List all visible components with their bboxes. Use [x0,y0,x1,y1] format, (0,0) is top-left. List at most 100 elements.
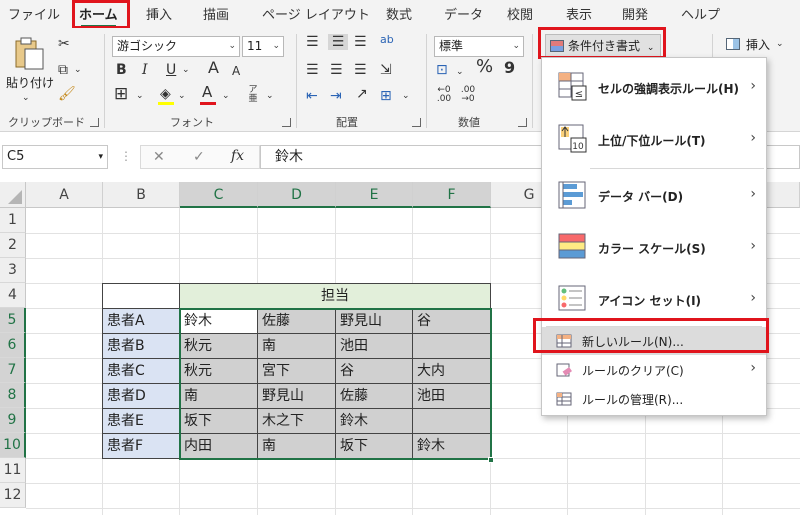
font-size-dropdown[interactable]: 11 ⌄ [242,36,284,57]
decrease-indent-icon[interactable]: ⇤ [306,88,318,104]
tab-data[interactable]: データ [444,4,483,23]
tab-draw[interactable]: 描画 [203,4,229,23]
orientation-icon[interactable]: ab [380,32,394,48]
insert-dropdown-icon[interactable]: ⌄ [776,36,784,52]
enter-icon[interactable]: ✓ [193,149,205,165]
grow-font-button[interactable]: A [208,60,219,76]
tab-review[interactable]: 校閲 [507,4,533,23]
menu-item-new-rule[interactable]: 新しいルール(N)... [542,327,766,355]
number-launcher-icon[interactable] [518,118,527,127]
column-header-d[interactable]: D [258,182,336,208]
row-header-11[interactable]: 11 [0,458,26,483]
accounting-dropdown-icon[interactable]: ⌄ [456,64,464,80]
row-header-12[interactable]: 12 [0,483,26,508]
tab-page-layout[interactable]: ページ レイアウト [262,4,370,23]
menu-item-data-bars[interactable]: データ バー(D) › [542,170,766,222]
font-launcher-icon[interactable] [282,118,291,127]
column-header-f[interactable]: F [413,182,491,208]
comma-style-button[interactable]: 9 [504,60,515,76]
align-left-icon[interactable]: ☰ [306,62,319,78]
row-header-3[interactable]: 3 [0,258,26,283]
text-direction-icon[interactable]: ↗ [356,86,368,102]
clipboard-launcher-icon[interactable] [90,118,99,127]
insert-cells-icon[interactable] [726,38,740,50]
cell-b10[interactable]: 患者F [103,434,180,459]
underline-button[interactable]: U [166,62,176,78]
format-painter-icon[interactable]: 🖌 [58,86,76,102]
copy-dropdown-icon[interactable]: ⌄ [74,62,82,78]
merge-dropdown-icon[interactable]: ⌄ [402,88,410,104]
cell-b9[interactable]: 患者E [103,409,180,434]
italic-button[interactable]: I [142,62,148,78]
bold-button[interactable]: B [116,62,127,78]
tab-help[interactable]: ヘルプ [681,4,720,23]
column-header-a[interactable]: A [26,182,103,208]
cell-b7[interactable]: 患者C [103,359,180,384]
row-header-7[interactable]: 7 [0,358,26,383]
align-center-icon[interactable]: ☰ [330,62,343,78]
row-header-4[interactable]: 4 [0,283,26,308]
name-box[interactable]: C5 ▾ [2,145,108,169]
font-name-dropdown[interactable]: 游ゴシック ⌄ [112,36,240,57]
conditional-formatting-button[interactable]: 条件付き書式 ⌄ [545,34,661,58]
phonetic-guide-button[interactable]: ア亜 [246,86,260,104]
row-header-5[interactable]: 5 [0,308,26,333]
column-header-e[interactable]: E [336,182,413,208]
fill-dropdown-icon[interactable]: ⌄ [178,88,186,104]
menu-item-clear-rules[interactable]: ルールのクリア(C) › [542,356,766,384]
wrap-text-icon[interactable]: ⇲ [380,62,392,78]
insert-cells-label[interactable]: 挿入 [746,36,770,53]
percent-style-button[interactable]: % [476,58,493,76]
underline-dropdown-icon[interactable]: ⌄ [182,62,190,78]
align-top-icon[interactable]: ☰ [306,34,319,50]
borders-icon[interactable]: ⊞ [114,86,128,103]
menu-item-manage-rules[interactable]: ルールの管理(R)... [542,385,766,413]
row-header-1[interactable]: 1 [0,208,26,233]
row-header-10[interactable]: 10 [0,433,26,458]
accounting-format-icon[interactable]: ⊡ [436,62,448,78]
cell-b4[interactable] [103,284,180,309]
cut-icon[interactable]: ✂ [58,36,70,52]
menu-item-top-bottom-rules[interactable]: 10 上位/下位ルール(T) › [542,114,766,166]
increase-decimal-icon[interactable]: ←0.00 [436,86,452,104]
merge-center-icon[interactable]: ⊞ [380,88,392,104]
insert-function-icon[interactable]: fx [231,148,244,164]
align-middle-icon[interactable]: ☰ [328,34,348,50]
cancel-icon[interactable]: ✕ [153,149,165,165]
tab-file[interactable]: ファイル [8,4,60,23]
tab-developer[interactable]: 開発 [622,4,648,23]
paste-label[interactable]: 貼り付け [6,74,54,91]
align-bottom-icon[interactable]: ☰ [354,34,367,50]
increase-indent-icon[interactable]: ⇥ [330,88,342,104]
cell-c4-header[interactable]: 担当 [180,284,491,309]
decrease-decimal-icon[interactable]: .00 →0 [460,86,476,104]
menu-item-icon-sets[interactable]: アイコン セット(I) › [542,274,766,326]
tab-formulas[interactable]: 数式 [386,4,412,23]
menu-item-color-scales[interactable]: カラー スケール(S) › [542,222,766,274]
borders-dropdown-icon[interactable]: ⌄ [136,88,144,104]
cell-b5[interactable]: 患者A [103,309,180,334]
menu-item-highlight-cells-rules[interactable]: ≤ セルの強調表示ルール(H) › [542,62,766,114]
shrink-font-button[interactable]: A [232,63,240,79]
fill-handle[interactable] [488,457,494,463]
phonetic-dropdown-icon[interactable]: ⌄ [266,88,274,104]
tab-home[interactable]: ホーム [79,4,118,28]
paste-dropdown-icon[interactable]: ⌄ [22,90,30,106]
font-color-button[interactable]: A [202,84,212,100]
column-header-b[interactable]: B [103,182,180,208]
row-header-9[interactable]: 9 [0,408,26,433]
column-header-c[interactable]: C [180,182,258,208]
alignment-launcher-icon[interactable] [412,118,421,127]
row-header-2[interactable]: 2 [0,233,26,258]
copy-icon[interactable]: ⧉ [58,62,68,78]
tab-view[interactable]: 表示 [566,4,592,23]
paste-icon[interactable] [12,36,46,72]
row-header-6[interactable]: 6 [0,333,26,358]
row-header-8[interactable]: 8 [0,383,26,408]
cell-b6[interactable]: 患者B [103,334,180,359]
tab-insert[interactable]: 挿入 [146,4,172,23]
number-format-dropdown[interactable]: 標準 ⌄ [434,36,524,57]
cell-b8[interactable]: 患者D [103,384,180,409]
select-all-button[interactable] [0,182,26,208]
font-color-dropdown-icon[interactable]: ⌄ [222,88,230,104]
